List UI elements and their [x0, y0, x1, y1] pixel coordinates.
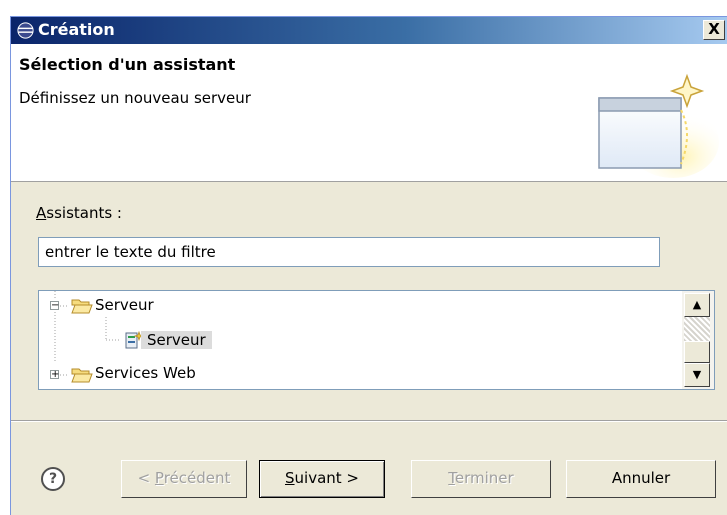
tree-item-serveur-category[interactable]: Serveur	[95, 296, 154, 314]
wizards-label-text: ssistants :	[46, 204, 122, 222]
finish-label: erminer	[454, 469, 514, 487]
wizard-selection-panel: Assistants : − Serveur	[11, 182, 727, 418]
page-title: Sélection d'un assistant	[19, 55, 236, 74]
previous-label: récédent	[163, 469, 231, 487]
folder-icon	[71, 368, 93, 383]
new-server-wizard-icon	[598, 73, 719, 178]
close-button[interactable]: X	[703, 20, 725, 40]
filter-input[interactable]	[38, 237, 660, 267]
window-title: Création	[38, 20, 115, 39]
button-bar-separator	[11, 420, 727, 422]
tree-item-serveur-wizard[interactable]: Serveur	[141, 331, 212, 349]
open-folder-icon	[71, 299, 93, 314]
collapse-toggle-serveur[interactable]: −	[50, 301, 59, 311]
finish-button[interactable]: Terminer	[411, 460, 551, 498]
next-label: uivant >	[294, 469, 359, 487]
eclipse-icon	[17, 22, 34, 39]
previous-mnemonic: P	[154, 469, 164, 487]
page-description: Définissez un nouveau serveur	[19, 89, 251, 107]
wizards-label-mnemonic: A	[36, 204, 47, 222]
wizards-label: Assistants :	[36, 204, 122, 222]
help-icon[interactable]: ?	[41, 467, 65, 491]
creation-dialog: Création X Sélection d'un assistant Défi…	[10, 16, 727, 515]
expand-toggle-services-web[interactable]: +	[50, 370, 59, 380]
header-panel: Sélection d'un assistant Définissez un n…	[11, 44, 727, 182]
previous-prefix: <	[137, 469, 155, 487]
next-mnemonic: S	[285, 469, 295, 487]
tree-vertical-scrollbar[interactable]: ▲ ▼	[682, 291, 714, 389]
scroll-up-button[interactable]: ▲	[684, 293, 710, 317]
next-button[interactable]: Suivant >	[259, 460, 385, 498]
title-bar[interactable]: Création X	[11, 17, 727, 44]
scroll-track[interactable]	[684, 317, 710, 341]
scroll-down-button[interactable]: ▼	[684, 363, 710, 387]
wizard-tree[interactable]: − Serveur Serveur + Services Web ▲ ▼	[38, 290, 715, 390]
finish-mnemonic: T	[448, 469, 455, 487]
previous-button[interactable]: < Précédent	[121, 460, 247, 498]
cancel-button[interactable]: Annuler	[566, 460, 716, 498]
tree-item-services-web[interactable]: Services Web	[95, 364, 196, 382]
scroll-thumb[interactable]	[684, 341, 710, 363]
